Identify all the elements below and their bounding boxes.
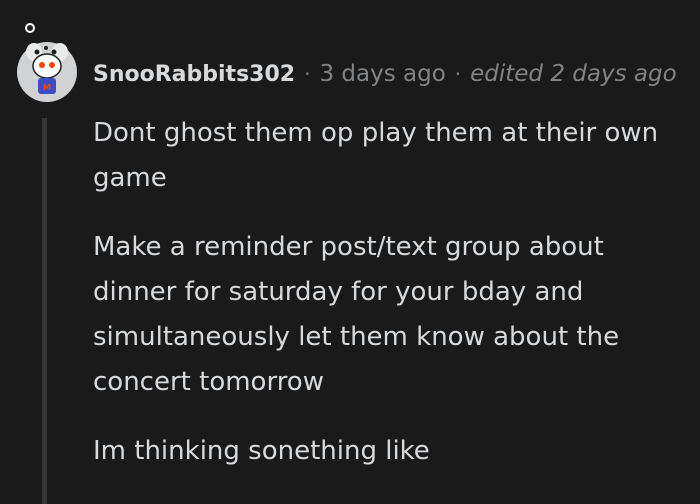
- svg-text:M: M: [43, 83, 51, 92]
- snoo-avatar-icon[interactable]: M: [16, 22, 78, 102]
- comment-paragraph: Dont ghost them op play them at their ow…: [93, 118, 659, 193]
- comment-body: Dont ghost them op play them at their ow…: [93, 111, 683, 498]
- thread-collapse-line[interactable]: [42, 118, 47, 504]
- comment-paragraph: Im thinking sonething like: [93, 436, 430, 466]
- separator-dot: ·: [454, 62, 462, 86]
- author-username[interactable]: SnooRabbits302: [93, 62, 295, 87]
- timestamp[interactable]: 3 days ago: [319, 61, 445, 87]
- comment-paragraph: Make a reminder post/text group about di…: [93, 232, 620, 397]
- edited-label: edited 2 days ago: [470, 61, 677, 87]
- comment: M SnooRabbits302 · 3 days ago · edited 2…: [0, 0, 700, 504]
- comment-header: SnooRabbits302 · 3 days ago · edited 2 d…: [93, 56, 677, 92]
- separator-dot: ·: [304, 62, 311, 86]
